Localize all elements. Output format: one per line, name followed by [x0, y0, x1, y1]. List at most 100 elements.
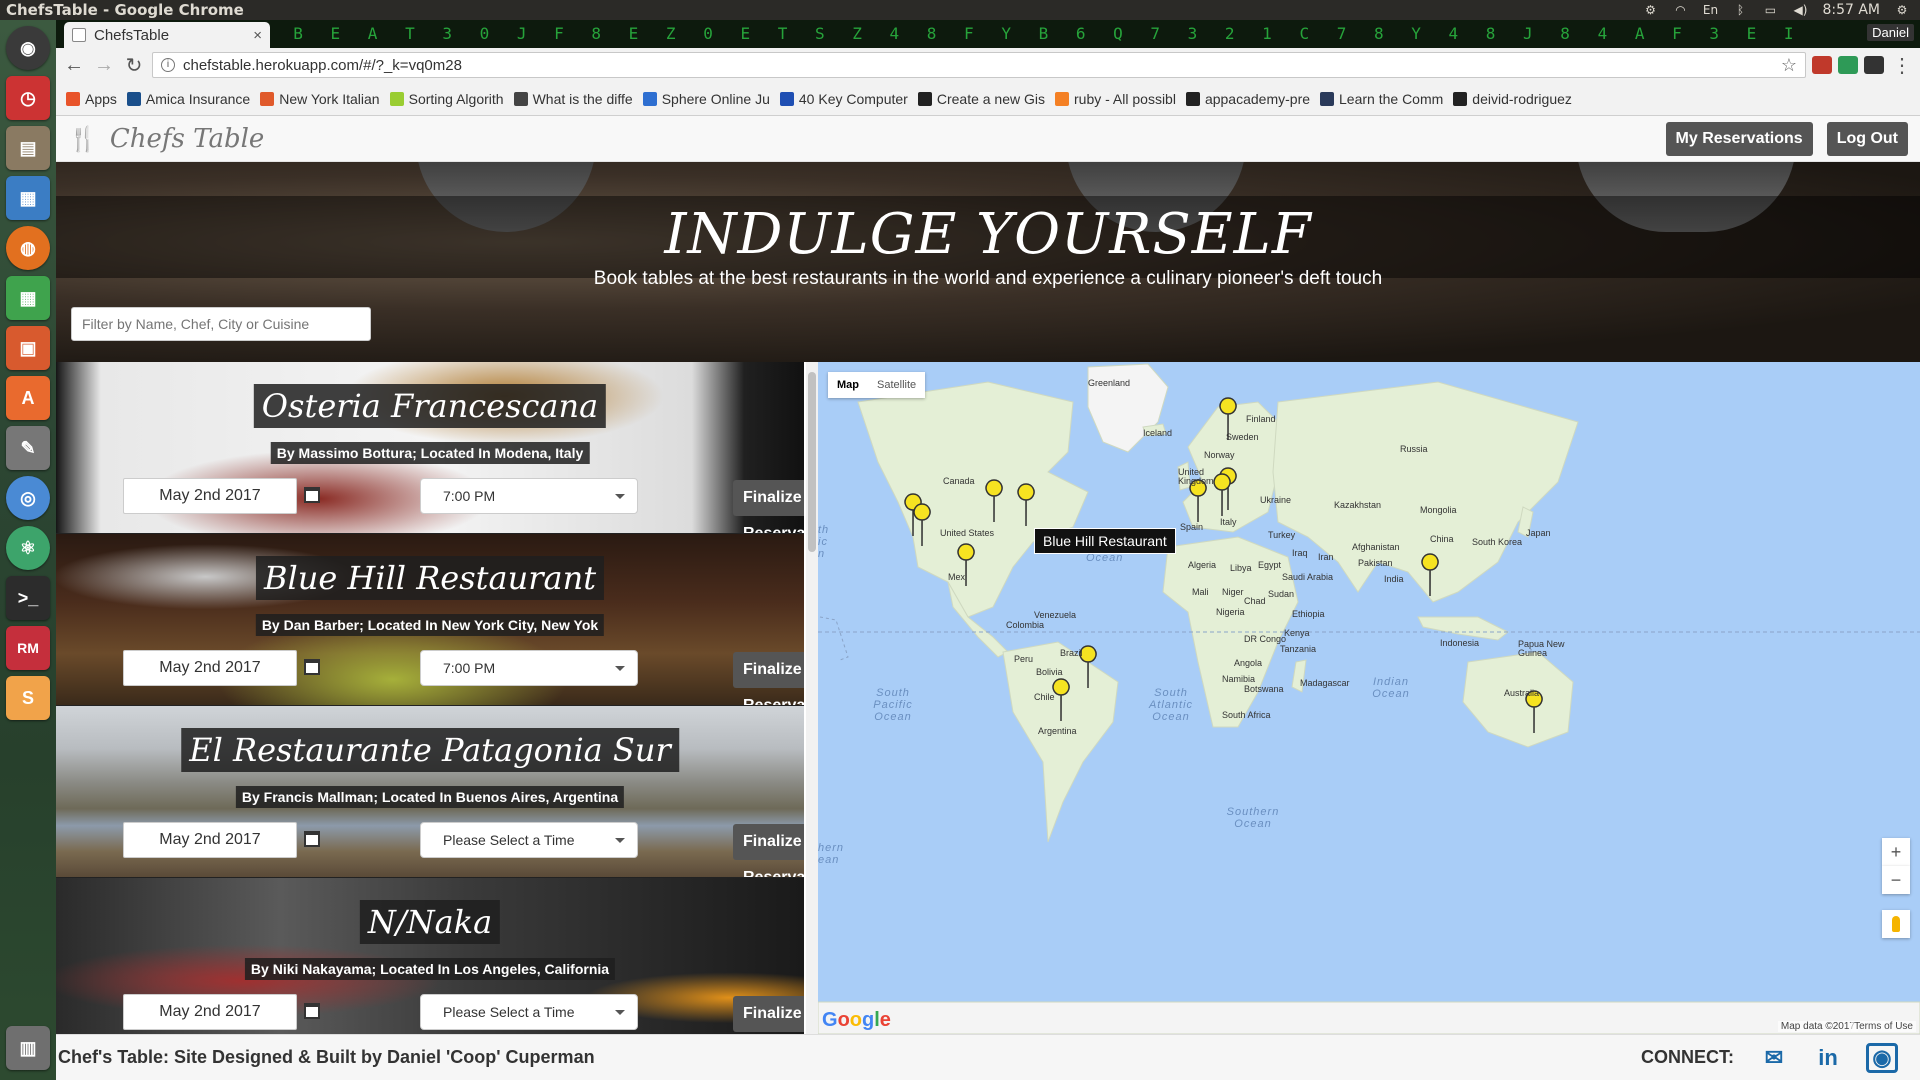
log-out-button[interactable]: Log Out [1826, 121, 1908, 156]
bookmark-item[interactable]: Learn the Comm [1320, 91, 1443, 107]
restaurant-name[interactable]: N/Naka [359, 900, 501, 944]
restaurant-name[interactable]: Osteria Francescana [253, 384, 607, 428]
chrome-icon[interactable]: ◎ [6, 476, 50, 520]
bookmark-item[interactable]: 40 Key Computer [779, 91, 908, 107]
finalize-reservation-button[interactable]: Finalize Reservation [733, 824, 804, 877]
bookmark-item[interactable]: What is the diffe [513, 91, 633, 107]
settings-cog-icon[interactable]: ⚙ [1642, 4, 1658, 16]
email-icon[interactable]: ✉ [1758, 1043, 1790, 1073]
list-scrollbar[interactable] [806, 362, 818, 1034]
map-label: Bolivia [1036, 667, 1063, 677]
map-type-satellite-button[interactable]: Satellite [868, 372, 925, 398]
calc-icon[interactable]: ▦ [6, 276, 50, 320]
firefox-icon[interactable]: ◍ [6, 226, 50, 270]
power-icon[interactable]: ⚙ [1894, 4, 1910, 16]
system-settings-icon[interactable]: ✎ [6, 426, 50, 470]
bluetooth-icon[interactable]: ᛒ [1732, 4, 1748, 16]
time-select[interactable]: 7:00 PM [420, 478, 638, 514]
map-label: Kazakhstan [1334, 500, 1382, 510]
bookmark-item[interactable]: Sphere Online Ju [642, 91, 770, 107]
volume-icon[interactable]: ◀) [1792, 4, 1808, 16]
url-text[interactable]: chefstable.herokuapp.com/#/?_k=vq0m28 [183, 57, 462, 74]
github-icon[interactable]: ◉ [1866, 1042, 1898, 1073]
calendar-icon[interactable] [304, 1003, 320, 1019]
date-picker-input[interactable]: May 2nd 2017 [123, 478, 297, 514]
bookmark-favicon-icon [389, 91, 404, 106]
map-terms-link[interactable]: Terms of Use [1851, 1021, 1916, 1032]
impress-icon[interactable]: ▣ [6, 326, 50, 370]
google-map[interactable]: Map Satellite Greenland Iceland Finland … [818, 362, 1920, 1034]
site-info-icon[interactable]: i [161, 58, 175, 72]
battery-icon[interactable]: ▭ [1762, 4, 1778, 16]
brand[interactable]: 🍴 Chefs Table [68, 124, 264, 154]
restaurant-filter-input[interactable] [71, 307, 371, 341]
rubymine-icon[interactable]: RM [6, 626, 50, 670]
bookmark-star-icon[interactable]: ☆ [1781, 55, 1797, 76]
clock[interactable]: 8:57 AM [1822, 2, 1880, 18]
date-picker-input[interactable]: May 2nd 2017 [123, 650, 297, 686]
extension-grid-icon[interactable] [1838, 56, 1858, 74]
map-label: Sweden [1226, 432, 1259, 442]
wifi-icon[interactable]: ◠ [1672, 4, 1688, 16]
zoom-in-button[interactable]: + [1882, 838, 1910, 866]
bookmark-item[interactable]: appacademy-pre [1185, 91, 1310, 107]
chrome-menu-icon[interactable]: ⋮ [1890, 53, 1914, 78]
profile-button[interactable]: Daniel [1867, 24, 1914, 41]
tab-chefstable[interactable]: ChefsTable × [64, 22, 270, 48]
bookmark-item[interactable]: Amica Insurance [126, 91, 250, 107]
google-logo[interactable]: Google [822, 1009, 891, 1032]
calendar-icon[interactable] [304, 831, 320, 847]
linkedin-icon[interactable]: in [1812, 1043, 1844, 1073]
calendar-icon[interactable] [304, 659, 320, 675]
back-arrow-icon[interactable]: ← [62, 54, 86, 77]
finalize-reservation-button[interactable]: Finalize Reservation [733, 480, 804, 533]
bookmark-item[interactable]: ruby - All possibl [1055, 91, 1176, 107]
map-type-map-button[interactable]: Map [828, 372, 868, 398]
calendar-icon[interactable] [304, 487, 320, 503]
reload-icon[interactable]: ↻ [122, 53, 146, 78]
address-bar[interactable]: i chefstable.herokuapp.com/#/?_k=vq0m28 … [152, 52, 1806, 78]
map-label: Finland [1246, 414, 1276, 424]
bookmark-label: Sorting Algorith [408, 90, 504, 107]
map-label: Madagascar [1300, 678, 1350, 688]
keyboard-layout-icon[interactable]: En [1702, 4, 1718, 16]
pegman-icon[interactable] [1882, 910, 1910, 938]
finalize-reservation-button[interactable]: Finalize Reservation [733, 996, 804, 1032]
sublime-icon[interactable]: S [6, 676, 50, 720]
extension-pen-icon[interactable] [1864, 56, 1884, 74]
time-select[interactable]: Please Select a Time [420, 822, 638, 858]
restaurant-name[interactable]: Blue Hill Restaurant [255, 556, 605, 600]
time-select[interactable]: 7:00 PM [420, 650, 638, 686]
forward-arrow-icon[interactable]: → [92, 54, 116, 77]
extension-adblock-icon[interactable] [1812, 56, 1832, 74]
writer-icon[interactable]: ▦ [6, 176, 50, 220]
clock-app-icon[interactable]: ◷ [6, 76, 50, 120]
zoom-out-button[interactable]: − [1882, 866, 1910, 894]
atom-icon[interactable]: ⚛ [6, 526, 50, 570]
date-picker-input[interactable]: May 2nd 2017 [123, 994, 297, 1030]
restaurant-byline: By Francis Mallman; Located In Buenos Ai… [235, 786, 625, 808]
main-content: Osteria Francescana By Massimo Bottura; … [56, 362, 1920, 1034]
my-reservations-button[interactable]: My Reservations [1665, 121, 1813, 156]
brand-name[interactable]: Chefs Table [110, 124, 264, 154]
apps-shortcut[interactable]: Apps [66, 91, 117, 107]
bookmark-item[interactable]: New York Italian [260, 91, 380, 107]
date-picker-input[interactable]: May 2nd 2017 [123, 822, 297, 858]
files-icon[interactable]: ▤ [6, 126, 50, 170]
bookmark-label: ruby - All possibl [1074, 90, 1176, 107]
connect-label: CONNECT: [1641, 1047, 1734, 1067]
bookmark-item[interactable]: Sorting Algorith [389, 90, 504, 107]
finalize-reservation-button[interactable]: Finalize Reservation [733, 652, 804, 705]
trash-icon[interactable]: ▥ [6, 1026, 50, 1070]
map-label: Nigeria [1216, 607, 1245, 617]
tab-title: ChefsTable [94, 26, 170, 44]
tab-close-icon[interactable]: × [253, 27, 262, 44]
bookmark-item[interactable]: deivid-rodriguez [1453, 91, 1572, 107]
terminal-icon[interactable]: >_ [6, 576, 50, 620]
restaurant-name[interactable]: El Restaurante Patagonia Sur [181, 728, 679, 772]
scrollbar-thumb[interactable] [808, 372, 816, 552]
software-center-icon[interactable]: A [6, 376, 50, 420]
ubuntu-dash-icon[interactable]: ◉ [6, 26, 50, 70]
bookmark-item[interactable]: Create a new Gis [917, 91, 1045, 107]
time-select[interactable]: Please Select a Time [420, 994, 638, 1030]
